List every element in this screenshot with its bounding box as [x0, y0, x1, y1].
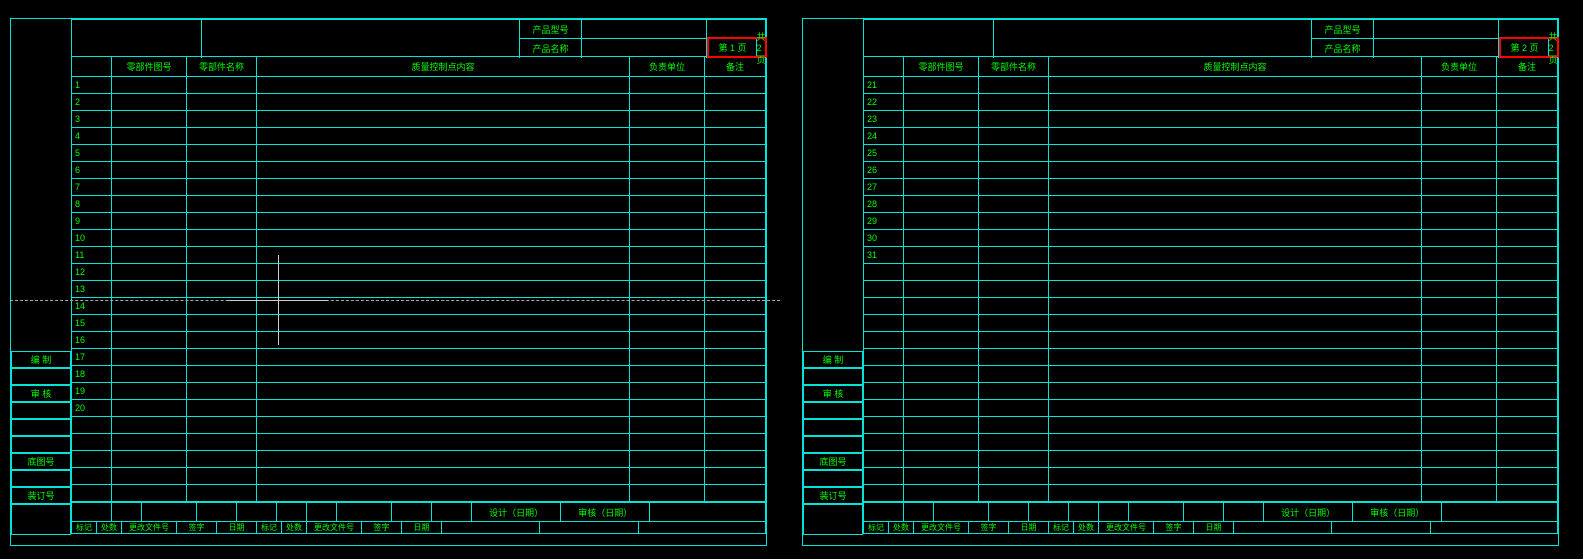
- column-header-row: 零部件图号 零部件名称 质量控制点内容 负责单位 备注: [863, 57, 1558, 77]
- side-review: 审 核: [804, 385, 863, 402]
- table-row: 8: [72, 196, 765, 213]
- table-row: 5: [72, 145, 765, 162]
- col-part-no: 零部件图号: [112, 57, 187, 76]
- sheet-page-1: 产品型号 产品名称 第 1 页 共 2 页 零部件图号 零部件名称 质量控制点内…: [10, 18, 767, 546]
- table-row: 17: [72, 349, 765, 366]
- table-row: 23: [864, 111, 1557, 128]
- table-row: 20: [72, 400, 765, 417]
- side-review: 审 核: [12, 385, 71, 402]
- col-part-name: 零部件名称: [187, 57, 257, 76]
- table-row: [864, 349, 1557, 366]
- table-row: 13: [72, 281, 765, 298]
- page-number: 第 1 页: [709, 39, 757, 56]
- table-row: 15: [72, 315, 765, 332]
- sheet-page-2: 产品型号 产品名称 第 2 页 共 2 页 零部件图号 零部件名称 质量控制点内…: [802, 18, 1559, 546]
- page-total: 共 2 页: [757, 39, 765, 56]
- footer-sign: 签字: [177, 522, 217, 533]
- col-dept: 负责单位: [630, 57, 705, 76]
- side-dwg-no: 底图号: [804, 453, 863, 470]
- col-qc-content: 质量控制点内容: [257, 57, 630, 76]
- footer-change-no: 更改文件号: [122, 522, 177, 533]
- col-part-no: 零部件图号: [904, 57, 979, 76]
- table-row: 29: [864, 213, 1557, 230]
- table-row: 9: [72, 213, 765, 230]
- table-row: 2: [72, 94, 765, 111]
- table-row: 24: [864, 128, 1557, 145]
- side-file-no: 装订号: [804, 487, 863, 504]
- footer-row-1: 设计（日期） 审核（日期）: [71, 502, 766, 522]
- product-model-label: 产品型号: [520, 20, 582, 39]
- table-row: 22: [864, 94, 1557, 111]
- col-note: 备注: [1497, 57, 1557, 76]
- col-part-name: 零部件名称: [979, 57, 1049, 76]
- table-row: 14: [72, 298, 765, 315]
- table-row: 27: [864, 179, 1557, 196]
- table-row: 21: [864, 77, 1557, 94]
- product-name-label: 产品名称: [1312, 39, 1374, 58]
- footer-qty: 处数: [97, 522, 122, 533]
- side-compile: 编 制: [804, 351, 863, 368]
- table-row: 1: [72, 77, 765, 94]
- col-dept: 负责单位: [1422, 57, 1497, 76]
- footer-date: 日期: [217, 522, 257, 533]
- footer-design-date: 设计（日期）: [472, 503, 561, 521]
- table-row: [864, 383, 1557, 400]
- table-row: 4: [72, 128, 765, 145]
- product-name-label: 产品名称: [520, 39, 582, 58]
- cad-canvas[interactable]: 产品型号 产品名称 第 1 页 共 2 页 零部件图号 零部件名称 质量控制点内…: [0, 0, 1583, 559]
- side-file-no: 装订号: [12, 487, 71, 504]
- table-row: [864, 298, 1557, 315]
- page-number: 第 2 页: [1501, 39, 1549, 56]
- footer-mark: 标记: [72, 522, 97, 533]
- table-body: 2122232425262728293031: [863, 77, 1558, 502]
- table-row: [864, 400, 1557, 417]
- col-note: 备注: [705, 57, 765, 76]
- side-dwg-no: 底图号: [12, 453, 71, 470]
- table-row: 11: [72, 247, 765, 264]
- table-row: 6: [72, 162, 765, 179]
- table-row: 31: [864, 247, 1557, 264]
- table-row: 7: [72, 179, 765, 196]
- page-total: 共 2 页: [1549, 39, 1557, 56]
- table-row: [864, 366, 1557, 383]
- table-row: 30: [864, 230, 1557, 247]
- table-row: 12: [72, 264, 765, 281]
- footer-row-2: 标记 处数 更改文件号 签字 日期 标记 处数 更改文件号 签字 日期: [71, 522, 766, 534]
- table-row: 16: [72, 332, 765, 349]
- col-qc-content: 质量控制点内容: [1049, 57, 1422, 76]
- footer-row-2: 标记 处数 更改文件号 签字 日期 标记 处数 更改文件号 签字 日期: [863, 522, 1558, 534]
- table-row: [864, 315, 1557, 332]
- product-model-label: 产品型号: [1312, 20, 1374, 39]
- side-compile: 编 制: [12, 351, 71, 368]
- table-row: [864, 281, 1557, 298]
- table-row: 3: [72, 111, 765, 128]
- table-row: 28: [864, 196, 1557, 213]
- table-row: 19: [72, 383, 765, 400]
- table-row: 18: [72, 366, 765, 383]
- table-row: 10: [72, 230, 765, 247]
- side-label-stack: 编 制 审 核 底图号 装订号: [803, 351, 863, 535]
- side-label-stack: 编 制 审 核 底图号 装订号: [11, 351, 71, 535]
- table-row: 25: [864, 145, 1557, 162]
- table-row: 26: [864, 162, 1557, 179]
- table-row: [864, 332, 1557, 349]
- footer-check-date: 审核（日期）: [561, 503, 650, 521]
- title-block: 产品型号 产品名称 第 1 页 共 2 页: [71, 19, 766, 57]
- title-block: 产品型号 产品名称 第 2 页 共 2 页: [863, 19, 1558, 57]
- table-body: 1234567891011121314151617181920: [71, 77, 766, 502]
- footer-row-1: 设计（日期） 审核（日期）: [863, 502, 1558, 522]
- column-header-row: 零部件图号 零部件名称 质量控制点内容 负责单位 备注: [71, 57, 766, 77]
- table-row: [864, 264, 1557, 281]
